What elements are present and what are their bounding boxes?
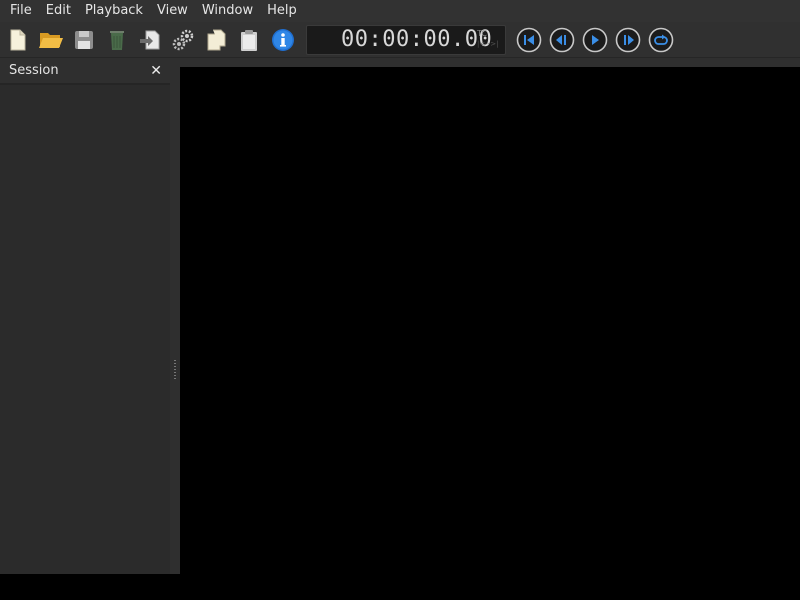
step-forward-icon [615,27,641,53]
copy-button[interactable] [203,27,229,53]
play-icon [582,27,608,53]
menu-help[interactable]: Help [262,0,302,22]
menu-file[interactable]: File [5,0,37,22]
info-icon [272,29,294,51]
close-icon[interactable]: ✕ [150,63,162,79]
step-back-button[interactable] [549,27,575,53]
viewer-top-margin [180,58,800,67]
menu-playback[interactable]: Playback [80,0,148,22]
trash-button[interactable] [104,27,130,53]
loop-icon [648,27,674,53]
folder-open-icon [39,33,63,48]
menu-view[interactable]: View [152,0,193,22]
go-to-start-button[interactable] [516,27,542,53]
info-button[interactable] [270,27,296,53]
new-file-button[interactable] [5,27,31,53]
step-back-icon [549,27,575,53]
skip-to-start-icon [516,27,542,53]
session-panel: Session ✕ [0,58,170,574]
timecode-display[interactable]: 00:00:00.00 TC |<-->| [306,25,506,55]
export-icon [140,30,160,50]
status-strip [0,574,800,600]
panel-splitter[interactable] [170,58,180,574]
toolbar: 00:00:00.00 TC |<-->| [0,22,800,58]
menu-edit[interactable]: Edit [41,0,76,22]
save-icon [75,31,93,49]
session-panel-header: Session ✕ [0,58,170,85]
menu-bar: File Edit Playback View Window Help [0,0,800,22]
open-folder-button[interactable] [38,27,64,53]
copy-icon [207,29,226,51]
step-forward-button[interactable] [615,27,641,53]
clipboard-icon [241,30,257,51]
menu-window[interactable]: Window [197,0,258,22]
session-panel-title: Session [9,63,59,78]
play-button[interactable] [582,27,608,53]
timecode-mode: TC [477,29,488,38]
new-file-icon [10,29,26,51]
save-button[interactable] [71,27,97,53]
gears-icon [172,29,194,51]
export-button[interactable] [137,27,163,53]
timecode-value: 00:00:00.00 [341,27,493,52]
timecode-range-indicator: |<-->| [477,40,499,48]
trash-icon [110,31,124,50]
settings-button[interactable] [170,27,196,53]
paste-button[interactable] [236,27,262,53]
splitter-grip-handle[interactable] [174,360,176,380]
loop-button[interactable] [648,27,674,53]
video-viewer[interactable] [180,67,800,574]
